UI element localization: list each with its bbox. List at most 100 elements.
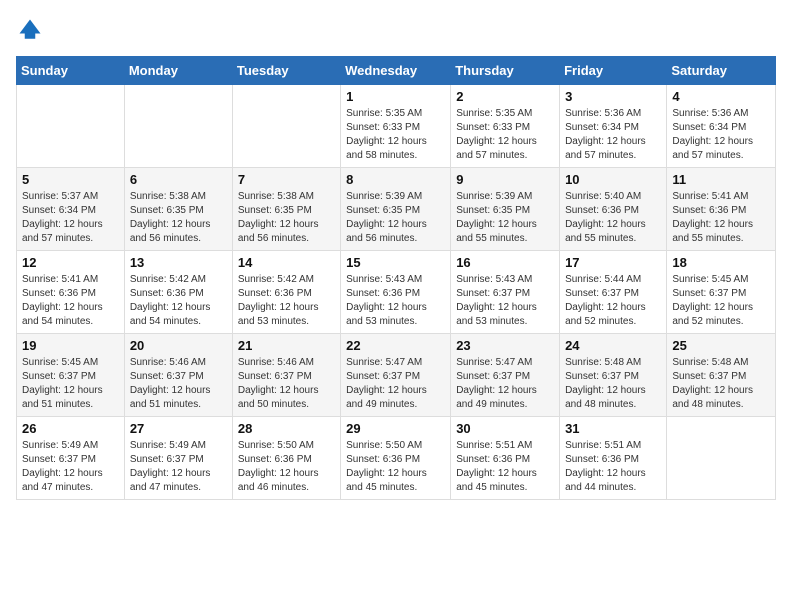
- calendar-cell: 11 Sunrise: 5:41 AMSunset: 6:36 PMDayligh…: [667, 168, 776, 251]
- day-number: 1: [346, 89, 445, 104]
- logo-icon: [16, 16, 44, 44]
- weekday-header: Friday: [560, 57, 667, 85]
- logo: [16, 16, 48, 44]
- weekday-header: Sunday: [17, 57, 125, 85]
- calendar-cell: 5 Sunrise: 5:37 AMSunset: 6:34 PMDaylight…: [17, 168, 125, 251]
- weekday-header: Thursday: [451, 57, 560, 85]
- day-number: 26: [22, 421, 119, 436]
- day-number: 9: [456, 172, 554, 187]
- day-number: 23: [456, 338, 554, 353]
- day-info: Sunrise: 5:43 AMSunset: 6:36 PMDaylight:…: [346, 273, 445, 329]
- day-number: 3: [565, 89, 661, 104]
- calendar-week-row: 19Sunrise: 5:45 AMSunset: 6:37 PMDayligh…: [17, 334, 776, 417]
- day-info: Sunrise: 5:37 AMSunset: 6:34 PMDaylight:…: [22, 190, 119, 246]
- calendar-cell: 3 Sunrise: 5:36 AMSunset: 6:34 PMDaylight…: [560, 85, 667, 168]
- calendar-cell: 30 Sunrise: 5:51 AMSunset: 6:36 PMDayligh…: [451, 417, 560, 500]
- day-info: Sunrise: 5:51 AMSunset: 6:36 PMDaylight:…: [456, 439, 554, 495]
- day-info: Sunrise: 5:50 AMSunset: 6:36 PMDaylight:…: [238, 439, 335, 495]
- day-number: 8: [346, 172, 445, 187]
- weekday-header: Tuesday: [232, 57, 340, 85]
- calendar-week-row: 5 Sunrise: 5:37 AMSunset: 6:34 PMDaylight…: [17, 168, 776, 251]
- calendar-cell: [124, 85, 232, 168]
- day-number: 27: [130, 421, 227, 436]
- day-number: 4: [672, 89, 770, 104]
- day-info: Sunrise: 5:42 AMSunset: 6:36 PMDaylight:…: [130, 273, 227, 329]
- day-info: Sunrise: 5:48 AMSunset: 6:37 PMDaylight:…: [565, 356, 661, 412]
- calendar-cell: 2 Sunrise: 5:35 AMSunset: 6:33 PMDaylight…: [451, 85, 560, 168]
- day-info: Sunrise: 5:40 AMSunset: 6:36 PMDaylight:…: [565, 190, 661, 246]
- calendar-cell: 19Sunrise: 5:45 AMSunset: 6:37 PMDayligh…: [17, 334, 125, 417]
- calendar-cell: 17 Sunrise: 5:44 AMSunset: 6:37 PMDayligh…: [560, 251, 667, 334]
- day-number: 22: [346, 338, 445, 353]
- calendar-cell: 22 Sunrise: 5:47 AMSunset: 6:37 PMDayligh…: [341, 334, 451, 417]
- day-number: 16: [456, 255, 554, 270]
- day-number: 5: [22, 172, 119, 187]
- calendar-cell: [667, 417, 776, 500]
- day-number: 24: [565, 338, 661, 353]
- day-number: 13: [130, 255, 227, 270]
- day-number: 11: [672, 172, 770, 187]
- calendar-week-row: 26 Sunrise: 5:49 AMSunset: 6:37 PMDayligh…: [17, 417, 776, 500]
- day-info: Sunrise: 5:49 AMSunset: 6:37 PMDaylight:…: [130, 439, 227, 495]
- calendar-cell: 1Sunrise: 5:35 AMSunset: 6:33 PMDaylight…: [341, 85, 451, 168]
- day-number: 10: [565, 172, 661, 187]
- calendar-cell: 6Sunrise: 5:38 AMSunset: 6:35 PMDaylight…: [124, 168, 232, 251]
- calendar-cell: 14Sunrise: 5:42 AMSunset: 6:36 PMDayligh…: [232, 251, 340, 334]
- page-header: [16, 16, 776, 44]
- day-info: Sunrise: 5:43 AMSunset: 6:37 PMDaylight:…: [456, 273, 554, 329]
- day-number: 15: [346, 255, 445, 270]
- day-number: 12: [22, 255, 119, 270]
- calendar-cell: [232, 85, 340, 168]
- day-info: Sunrise: 5:36 AMSunset: 6:34 PMDaylight:…: [672, 107, 770, 163]
- calendar-cell: 9 Sunrise: 5:39 AMSunset: 6:35 PMDaylight…: [451, 168, 560, 251]
- day-info: Sunrise: 5:46 AMSunset: 6:37 PMDaylight:…: [130, 356, 227, 412]
- day-info: Sunrise: 5:39 AMSunset: 6:35 PMDaylight:…: [456, 190, 554, 246]
- day-info: Sunrise: 5:36 AMSunset: 6:34 PMDaylight:…: [565, 107, 661, 163]
- day-number: 7: [238, 172, 335, 187]
- weekday-header-row: SundayMondayTuesdayWednesdayThursdayFrid…: [17, 57, 776, 85]
- weekday-header: Monday: [124, 57, 232, 85]
- day-info: Sunrise: 5:35 AMSunset: 6:33 PMDaylight:…: [456, 107, 554, 163]
- day-number: 29: [346, 421, 445, 436]
- calendar-cell: 27 Sunrise: 5:49 AMSunset: 6:37 PMDayligh…: [124, 417, 232, 500]
- day-number: 30: [456, 421, 554, 436]
- day-info: Sunrise: 5:51 AMSunset: 6:36 PMDaylight:…: [565, 439, 661, 495]
- calendar-cell: 23 Sunrise: 5:47 AMSunset: 6:37 PMDayligh…: [451, 334, 560, 417]
- day-info: Sunrise: 5:46 AMSunset: 6:37 PMDaylight:…: [238, 356, 335, 412]
- calendar-cell: 8 Sunrise: 5:39 AMSunset: 6:35 PMDaylight…: [341, 168, 451, 251]
- calendar-cell: 15 Sunrise: 5:43 AMSunset: 6:36 PMDayligh…: [341, 251, 451, 334]
- calendar-cell: 7Sunrise: 5:38 AMSunset: 6:35 PMDaylight…: [232, 168, 340, 251]
- calendar-cell: 29Sunrise: 5:50 AMSunset: 6:36 PMDayligh…: [341, 417, 451, 500]
- calendar-cell: 20 Sunrise: 5:46 AMSunset: 6:37 PMDayligh…: [124, 334, 232, 417]
- day-info: Sunrise: 5:39 AMSunset: 6:35 PMDaylight:…: [346, 190, 445, 246]
- calendar-cell: 12Sunrise: 5:41 AMSunset: 6:36 PMDayligh…: [17, 251, 125, 334]
- calendar-cell: 24 Sunrise: 5:48 AMSunset: 6:37 PMDayligh…: [560, 334, 667, 417]
- day-number: 6: [130, 172, 227, 187]
- day-number: 20: [130, 338, 227, 353]
- calendar-cell: [17, 85, 125, 168]
- calendar-cell: 21Sunrise: 5:46 AMSunset: 6:37 PMDayligh…: [232, 334, 340, 417]
- day-info: Sunrise: 5:42 AMSunset: 6:36 PMDaylight:…: [238, 273, 335, 329]
- calendar-cell: 13 Sunrise: 5:42 AMSunset: 6:36 PMDayligh…: [124, 251, 232, 334]
- weekday-header: Wednesday: [341, 57, 451, 85]
- day-number: 18: [672, 255, 770, 270]
- weekday-header: Saturday: [667, 57, 776, 85]
- calendar-cell: 25 Sunrise: 5:48 AMSunset: 6:37 PMDayligh…: [667, 334, 776, 417]
- day-info: Sunrise: 5:45 AMSunset: 6:37 PMDaylight:…: [672, 273, 770, 329]
- calendar-cell: 26 Sunrise: 5:49 AMSunset: 6:37 PMDayligh…: [17, 417, 125, 500]
- day-info: Sunrise: 5:48 AMSunset: 6:37 PMDaylight:…: [672, 356, 770, 412]
- calendar-cell: 10 Sunrise: 5:40 AMSunset: 6:36 PMDayligh…: [560, 168, 667, 251]
- day-info: Sunrise: 5:47 AMSunset: 6:37 PMDaylight:…: [346, 356, 445, 412]
- day-number: 28: [238, 421, 335, 436]
- day-info: Sunrise: 5:47 AMSunset: 6:37 PMDaylight:…: [456, 356, 554, 412]
- calendar-week-row: 1 Sunrise: 5:35 AMSunset: 6:33 PMDaylight…: [17, 85, 776, 168]
- day-info: Sunrise: 5:41 AMSunset: 6:36 PMDaylight:…: [672, 190, 770, 246]
- day-number: 2: [456, 89, 554, 104]
- day-info: Sunrise: 5:44 AMSunset: 6:37 PMDaylight:…: [565, 273, 661, 329]
- calendar-cell: 31Sunrise: 5:51 AMSunset: 6:36 PMDayligh…: [560, 417, 667, 500]
- day-info: Sunrise: 5:49 AMSunset: 6:37 PMDaylight:…: [22, 439, 119, 495]
- day-number: 17: [565, 255, 661, 270]
- calendar-week-row: 12Sunrise: 5:41 AMSunset: 6:36 PMDayligh…: [17, 251, 776, 334]
- day-number: 19: [22, 338, 119, 353]
- day-number: 25: [672, 338, 770, 353]
